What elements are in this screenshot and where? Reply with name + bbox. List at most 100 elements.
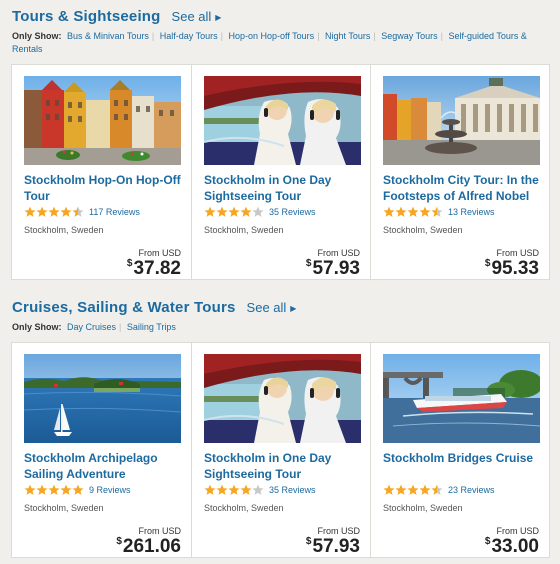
star-icon: [419, 206, 431, 217]
card-row: Stockholm Hop-On Hop-Off Tour 117 Review…: [11, 64, 550, 280]
filter-link[interactable]: Day Cruises: [67, 322, 116, 332]
star-icon: [60, 206, 72, 217]
tourists-on-bus-image: [204, 76, 361, 165]
star-icon: [24, 206, 36, 217]
tourists-on-bus-image: [204, 354, 361, 443]
star-rating: [24, 206, 84, 218]
star-icon: [407, 206, 419, 217]
star-icon: [419, 484, 431, 495]
star-icon: [228, 484, 240, 495]
currency-symbol: $: [116, 536, 122, 547]
section-title[interactable]: Cruises, Sailing & Water Tours: [12, 299, 236, 316]
old-town-square-fountain-image: [383, 76, 540, 165]
star-icon: [36, 484, 48, 495]
star-icon: [407, 484, 419, 495]
star-icon: [431, 484, 443, 495]
tour-title[interactable]: Stockholm in One Day Sightseeing Tour: [204, 451, 364, 482]
reviews-link[interactable]: 35 Reviews: [269, 485, 316, 495]
location: Stockholm, Sweden: [24, 225, 104, 235]
from-label: From USD: [496, 526, 540, 536]
only-show-label: Only Show:: [12, 322, 62, 332]
tour-image[interactable]: [383, 76, 540, 165]
currency-symbol: $: [126, 258, 133, 269]
from-label: From USD: [138, 526, 182, 536]
star-rating: [383, 484, 443, 496]
price: $57.93: [305, 536, 360, 557]
star-icon: [395, 206, 407, 217]
star-icon: [395, 484, 407, 495]
section-title[interactable]: Tours & Sightseeing: [12, 8, 161, 25]
star-icon: [204, 206, 216, 217]
price: $33.00: [484, 536, 539, 557]
currency-symbol: $: [484, 258, 491, 269]
star-rating: [383, 206, 443, 218]
location: Stockholm, Sweden: [383, 225, 463, 235]
tour-card[interactable]: Stockholm in One Day Sightseeing Tour 35…: [191, 65, 370, 279]
price: $261.06: [116, 536, 181, 557]
currency-symbol: $: [484, 536, 491, 547]
star-rating: [204, 484, 264, 496]
star-icon: [60, 484, 72, 495]
star-icon: [24, 484, 36, 495]
tour-image[interactable]: [24, 76, 181, 165]
filter-link[interactable]: Half-day Tours: [160, 31, 218, 41]
rating: 23 Reviews: [383, 484, 495, 496]
filter-link[interactable]: Segway Tours: [381, 31, 437, 41]
tour-card[interactable]: Stockholm Bridges Cruise 23 Reviews Stoc…: [370, 343, 549, 557]
rating: 117 Reviews: [24, 206, 140, 218]
star-icon: [48, 206, 60, 217]
star-rating: [204, 206, 264, 218]
tour-image[interactable]: [204, 354, 361, 443]
tour-title[interactable]: Stockholm Archipelago Sailing Adventure: [24, 451, 184, 482]
only-show-label: Only Show:: [12, 31, 62, 41]
from-label: From USD: [496, 248, 540, 258]
filter-link[interactable]: Night Tours: [325, 31, 370, 41]
rating: 35 Reviews: [204, 206, 316, 218]
tour-title[interactable]: Stockholm Bridges Cruise: [383, 451, 543, 467]
tour-card[interactable]: Stockholm City Tour: In the Footsteps of…: [370, 65, 549, 279]
tour-image[interactable]: [383, 354, 540, 443]
filter-link[interactable]: Sailing Trips: [127, 322, 176, 332]
currency-symbol: $: [305, 258, 312, 269]
reviews-link[interactable]: 117 Reviews: [89, 207, 140, 217]
tour-title[interactable]: Stockholm Hop-On Hop-Off Tour: [24, 173, 184, 204]
see-all-link[interactable]: See all ▶: [172, 9, 222, 24]
location: Stockholm, Sweden: [24, 503, 104, 513]
filter-link[interactable]: Bus & Minivan Tours: [67, 31, 149, 41]
star-icon: [72, 206, 84, 217]
sailboat-archipelago-image: [24, 354, 181, 443]
boat-under-bridge-image: [383, 354, 540, 443]
tour-image[interactable]: [204, 76, 361, 165]
tour-card[interactable]: Stockholm in One Day Sightseeing Tour 35…: [191, 343, 370, 557]
star-icon: [36, 206, 48, 217]
from-label: From USD: [138, 248, 182, 258]
price: $57.93: [305, 258, 360, 279]
tour-card[interactable]: Stockholm Archipelago Sailing Adventure …: [12, 343, 191, 557]
reviews-link[interactable]: 13 Reviews: [448, 207, 495, 217]
location: Stockholm, Sweden: [383, 503, 463, 513]
reviews-link[interactable]: 9 Reviews: [89, 485, 131, 495]
star-icon: [240, 484, 252, 495]
see-all-link[interactable]: See all ▶: [247, 300, 297, 315]
tour-title[interactable]: Stockholm City Tour: In the Footsteps of…: [383, 173, 543, 204]
caret-right-icon: ▶: [215, 13, 222, 22]
reviews-link[interactable]: 23 Reviews: [448, 485, 495, 495]
tour-image[interactable]: [24, 354, 181, 443]
tour-card[interactable]: Stockholm Hop-On Hop-Off Tour 117 Review…: [12, 65, 191, 279]
card-row: Stockholm Archipelago Sailing Adventure …: [11, 342, 550, 558]
filter-bar: Only Show: Day Cruises | Sailing Trips: [12, 322, 176, 332]
location: Stockholm, Sweden: [204, 503, 284, 513]
filter-link[interactable]: Hop-on Hop-off Tours: [228, 31, 314, 41]
currency-symbol: $: [305, 536, 312, 547]
colorful-old-town-buildings-image: [24, 76, 181, 165]
location: Stockholm, Sweden: [204, 225, 284, 235]
star-icon: [228, 206, 240, 217]
star-icon: [48, 484, 60, 495]
star-icon: [72, 484, 84, 495]
tour-title[interactable]: Stockholm in One Day Sightseeing Tour: [204, 173, 364, 204]
from-label: From USD: [317, 526, 361, 536]
rating: 9 Reviews: [24, 484, 131, 496]
reviews-link[interactable]: 35 Reviews: [269, 207, 316, 217]
star-icon: [252, 206, 264, 217]
rating: 35 Reviews: [204, 484, 316, 496]
